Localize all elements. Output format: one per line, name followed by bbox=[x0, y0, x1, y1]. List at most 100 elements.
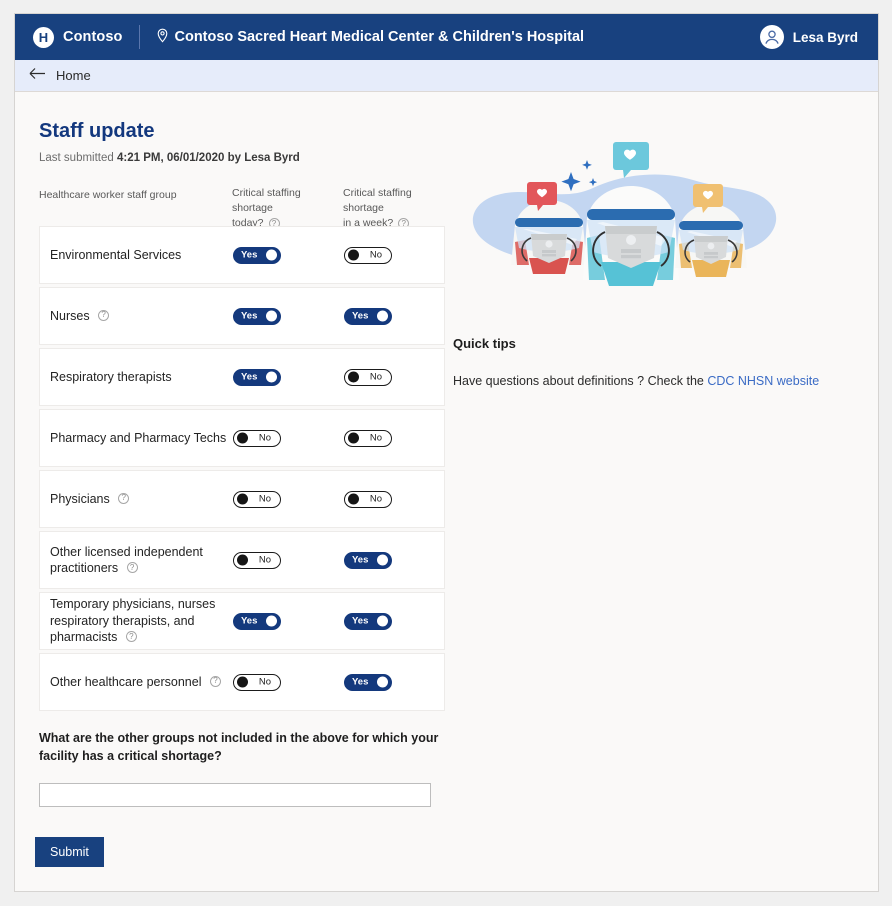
toggle-knob bbox=[377, 310, 388, 322]
page-title: Staff update bbox=[39, 120, 155, 142]
shortage-week-cell: No bbox=[344, 246, 392, 264]
shortage-today-cell: No bbox=[233, 429, 281, 447]
shortage-today-cell: No bbox=[233, 673, 281, 691]
shortage-week-toggle[interactable]: No bbox=[344, 490, 392, 508]
shortage-today-toggle[interactable]: No bbox=[233, 429, 281, 447]
shortage-today-cell: Yes bbox=[233, 612, 281, 630]
shortage-today-toggle[interactable]: Yes bbox=[233, 307, 281, 325]
app-window: H Contoso Contoso Sacred Heart Medical C… bbox=[14, 13, 879, 892]
shortage-today-toggle[interactable]: No bbox=[233, 551, 281, 569]
logo-glyph: H bbox=[38, 29, 49, 45]
brand-area[interactable]: H Contoso bbox=[33, 26, 123, 48]
toggle-knob bbox=[266, 615, 277, 627]
shortage-today-cell: Yes bbox=[233, 246, 281, 264]
nav-divider bbox=[138, 25, 140, 49]
shortage-today-toggle[interactable]: Yes bbox=[233, 612, 281, 630]
shortage-today-toggle-label: No bbox=[258, 676, 271, 688]
quick-tips-text: Have questions about definitions ? Check… bbox=[453, 374, 854, 388]
breadcrumb: Home bbox=[15, 60, 878, 92]
shortage-today-toggle[interactable]: Yes bbox=[233, 368, 281, 386]
toggle-knob bbox=[237, 676, 248, 688]
staff-group-table: Environmental Services Yes No Nurses ? Yes Ye… bbox=[39, 226, 445, 711]
user-menu[interactable]: Lesa Byrd bbox=[759, 14, 858, 60]
form-column: Staff update Last submitted 4:21 PM, 06/… bbox=[15, 92, 465, 867]
shortage-week-toggle[interactable]: No bbox=[344, 429, 392, 447]
info-icon[interactable]: ? bbox=[125, 631, 137, 643]
shortage-today-cell: No bbox=[233, 551, 281, 569]
shortage-today-toggle-label: No bbox=[258, 493, 271, 505]
shortage-week-toggle-label: Yes bbox=[352, 310, 369, 322]
avatar bbox=[759, 25, 784, 49]
staff-group-label: Physicians ? bbox=[40, 491, 230, 508]
shortage-today-toggle[interactable]: No bbox=[233, 673, 281, 691]
table-row: Respiratory therapists Yes No bbox=[39, 348, 445, 406]
shortage-week-toggle[interactable]: Yes bbox=[344, 551, 392, 569]
shortage-week-cell: Yes bbox=[344, 612, 392, 630]
staff-group-label: Nurses ? bbox=[40, 308, 230, 325]
table-row: Physicians ? No No bbox=[39, 470, 445, 528]
toggle-knob bbox=[348, 249, 359, 261]
home-link[interactable]: Home bbox=[56, 68, 91, 83]
toggle-knob bbox=[377, 676, 388, 688]
shortage-week-cell: Yes bbox=[344, 551, 392, 569]
shortage-week-toggle[interactable]: No bbox=[344, 246, 392, 264]
shortage-week-toggle-label: Yes bbox=[352, 676, 369, 688]
column-header-today-line1: Critical staffing shortage bbox=[232, 187, 301, 214]
contoso-logo-icon: H bbox=[33, 26, 54, 48]
table-row: Other licensed independent practitioners… bbox=[39, 531, 445, 589]
info-icon[interactable]: ? bbox=[98, 309, 110, 321]
other-groups-question: What are the other groups not included i… bbox=[39, 731, 439, 763]
column-header-week: Critical staffing shortage in a week? ? bbox=[343, 186, 455, 231]
quick-tips-title: Quick tips bbox=[453, 336, 516, 351]
shortage-week-toggle[interactable]: No bbox=[344, 368, 392, 386]
table-row: Nurses ? Yes Yes bbox=[39, 287, 445, 345]
column-header-today: Critical staffing shortage today? ? bbox=[232, 186, 342, 231]
staff-group-label: Pharmacy and Pharmacy Techs bbox=[50, 430, 227, 445]
user-name: Lesa Byrd bbox=[792, 29, 858, 45]
shortage-today-toggle[interactable]: No bbox=[233, 490, 281, 508]
healthcare-workers-illustration bbox=[453, 130, 793, 310]
facility-selector[interactable]: Contoso Sacred Heart Medical Center & Ch… bbox=[156, 28, 584, 47]
shortage-week-toggle[interactable]: Yes bbox=[344, 307, 392, 325]
staff-group-label: Other licensed independent practitioners… bbox=[50, 544, 203, 576]
staff-group-label: Environmental Services bbox=[50, 247, 182, 262]
last-submitted: Last submitted 4:21 PM, 06/01/2020 by Le… bbox=[39, 152, 465, 164]
shortage-today-toggle-label: Yes bbox=[241, 249, 258, 261]
table-column-headers: Healthcare worker staff group Critical s… bbox=[25, 186, 465, 229]
table-row: Other healthcare personnel ? No Yes bbox=[39, 653, 445, 711]
last-submitted-prefix: Last submitted bbox=[39, 152, 117, 164]
table-row: Pharmacy and Pharmacy Techs No No bbox=[39, 409, 445, 467]
toggle-knob bbox=[348, 493, 359, 505]
cdc-nhsn-link[interactable]: CDC NHSN website bbox=[707, 374, 819, 388]
top-navigation-bar: H Contoso Contoso Sacred Heart Medical C… bbox=[15, 14, 878, 60]
shortage-week-toggle[interactable]: Yes bbox=[344, 673, 392, 691]
page-body: Staff update Last submitted 4:21 PM, 06/… bbox=[15, 92, 878, 891]
toggle-knob bbox=[266, 310, 277, 322]
arrow-left-icon[interactable] bbox=[29, 67, 46, 85]
shortage-today-toggle-label: No bbox=[258, 554, 271, 566]
shortage-today-toggle-label: Yes bbox=[241, 615, 258, 627]
shortage-today-toggle-label: No bbox=[258, 432, 271, 444]
info-icon[interactable]: ? bbox=[209, 675, 221, 687]
staff-group-label: Respiratory therapists bbox=[50, 369, 172, 384]
shortage-today-cell: No bbox=[233, 490, 281, 508]
toggle-knob bbox=[348, 371, 359, 383]
last-submitted-value: 4:21 PM, 06/01/2020 by Lesa Byrd bbox=[116, 152, 300, 164]
submit-button[interactable]: Submit bbox=[35, 837, 104, 867]
shortage-today-toggle-label: Yes bbox=[241, 310, 258, 322]
other-groups-input[interactable] bbox=[39, 783, 431, 807]
shortage-today-cell: Yes bbox=[233, 307, 281, 325]
shortage-today-toggle[interactable]: Yes bbox=[233, 246, 281, 264]
shortage-week-toggle-label: No bbox=[369, 249, 382, 261]
shortage-week-cell: Yes bbox=[344, 673, 392, 691]
info-icon[interactable]: ? bbox=[118, 492, 130, 504]
info-icon[interactable]: ? bbox=[126, 562, 138, 574]
shortage-today-toggle-label: Yes bbox=[241, 371, 258, 383]
shortage-week-toggle-label: No bbox=[369, 371, 382, 383]
shortage-week-toggle[interactable]: Yes bbox=[344, 612, 392, 630]
location-pin-icon bbox=[156, 28, 169, 47]
toggle-knob bbox=[377, 615, 388, 627]
column-header-group: Healthcare worker staff group bbox=[39, 189, 177, 201]
staff-group-label: Other healthcare personnel ? bbox=[40, 674, 230, 691]
shortage-week-cell: Yes bbox=[344, 307, 392, 325]
